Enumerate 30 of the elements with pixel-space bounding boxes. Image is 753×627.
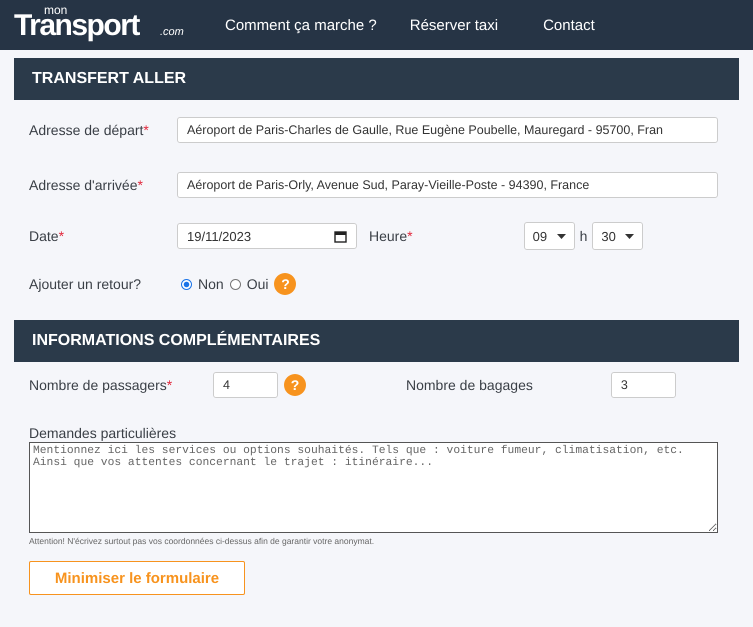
field-label: Ajouter un retour?	[29, 276, 142, 292]
hour-select[interactable]: 09	[524, 222, 575, 250]
passengers-field[interactable]: 4	[213, 372, 278, 398]
field-label: Nombre de passagers*	[29, 377, 174, 393]
section-header: TRANSFERT ALLER	[14, 58, 739, 100]
caret-icon	[556, 234, 566, 238]
radio-button[interactable]	[181, 278, 192, 290]
minute-select[interactable]: 30	[592, 222, 644, 250]
nav-link[interactable]: Contact	[543, 12, 595, 38]
address-field[interactable]: Aéroport de Paris-Charles de Gaulle, Rue Eugène Poubelle, Mauregard - 95700, Fran	[177, 117, 718, 143]
field-label: Demandes particulières	[29, 425, 178, 441]
field-label: Adresse d'arrivée*	[29, 177, 144, 193]
calendar-icon[interactable]	[334, 230, 347, 242]
requests-field[interactable]: Mentionnez ici les services ou options souhaités. Tels que : voiture fumeur, climatisation, etc. Ainsi que vos attentes concernant le trajet : itinéraire...	[29, 442, 718, 533]
field-label: Heure*	[369, 228, 413, 244]
radio-label[interactable]: Oui	[246, 276, 268, 292]
address-field[interactable]: Aéroport de Paris-Orly, Avenue Sud, Paray-Vieille-Poste - 94390, France	[177, 172, 718, 198]
warning-note: Attention! N'écrivez surtout pas vos coordonnées ci-dessus afin de garantir votre anonymat.	[29, 536, 376, 546]
radio-label[interactable]: Non	[198, 276, 224, 292]
date-field[interactable]: 19/11/2023	[177, 223, 357, 249]
radio-button[interactable]	[230, 278, 241, 290]
caret-icon	[625, 234, 634, 238]
nav-link[interactable]: Réserver taxi	[410, 12, 498, 38]
luggage-field[interactable]: 3	[610, 372, 676, 398]
time-separator: h	[580, 228, 588, 244]
section-header: INFORMATIONS COMPLÉMENTAIRES	[14, 320, 739, 362]
nav-link[interactable]: Comment ça marche ?	[225, 12, 377, 38]
field-label: Date*	[29, 228, 66, 244]
field-label: Adresse de départ*	[29, 122, 150, 138]
field-label: Nombre de bagages	[406, 377, 533, 393]
